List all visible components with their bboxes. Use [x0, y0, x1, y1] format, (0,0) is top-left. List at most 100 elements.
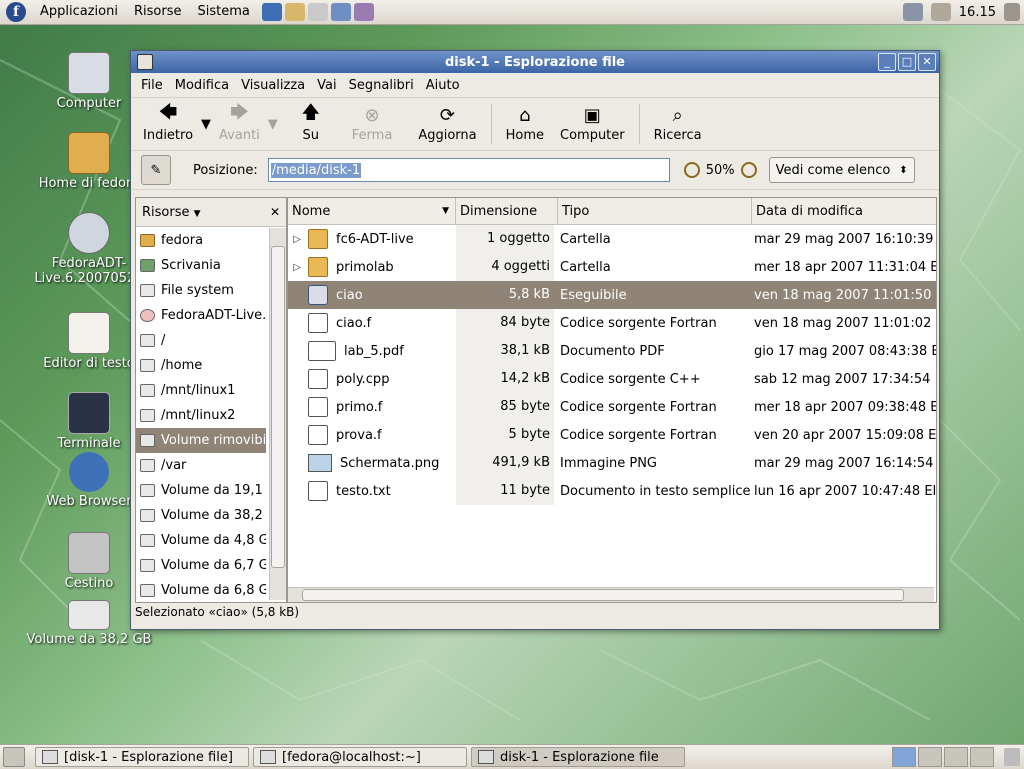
file-row-testo-txt[interactable]: testo.txt 11 byte Documento in testo sem…	[288, 477, 936, 505]
sidebar-item-mnt-linux2[interactable]: /mnt/linux2	[136, 403, 266, 428]
minimize-button[interactable]: _	[878, 53, 896, 71]
expander-icon[interactable]: ▷	[290, 234, 304, 245]
sidebar-type-select[interactable]: Risorse ▼	[142, 205, 201, 220]
sidebar-item-label: Volume da 4,8 GI	[161, 533, 266, 548]
stop-button[interactable]: ⊗ Ferma	[344, 100, 401, 148]
sidebar-item-root[interactable]: /	[136, 328, 266, 353]
taskbar-item-terminal[interactable]: [fedora@localhost:~]	[253, 747, 467, 767]
menu-go[interactable]: Vai	[311, 78, 342, 93]
writer-launcher-icon[interactable]	[307, 3, 328, 21]
file-row-fc6-adt-live[interactable]: ▷ fc6-ADT-live 1 oggetto Cartella mar 29 …	[288, 225, 936, 253]
volume-icon[interactable]	[1004, 3, 1020, 21]
forward-history-dropdown-icon[interactable]: ▼	[268, 117, 278, 132]
zoom-in-icon[interactable]	[740, 162, 757, 178]
sidebar-item-volume-38[interactable]: Volume da 38,2 G	[136, 503, 266, 528]
workspace-3[interactable]	[944, 747, 968, 767]
file-row-lab5-pdf[interactable]: lab_5.pdf 38,1 kB Documento PDF gio 17 m…	[288, 337, 936, 365]
sidebar-item-fedora[interactable]: fedora	[136, 228, 266, 253]
show-desktop-icon[interactable]	[3, 747, 25, 767]
sidebar-item-home[interactable]: /home	[136, 353, 266, 378]
sidebar-item-volume-6-7[interactable]: Volume da 6,7 GI	[136, 553, 266, 578]
sidebar-item-desktop[interactable]: Scrivania	[136, 253, 266, 278]
sidebar-item-label: Scrivania	[161, 258, 221, 273]
column-name[interactable]: Nome ▼	[288, 198, 456, 224]
sidebar-item-volume-19[interactable]: Volume da 19,1 G	[136, 478, 266, 503]
file-size: 85 byte	[456, 393, 554, 421]
removable-drive-icon	[140, 434, 155, 447]
zoom-level[interactable]: 50%	[706, 163, 735, 178]
menu-view[interactable]: Visualizza	[235, 78, 311, 93]
clock[interactable]: 16.15	[959, 5, 996, 20]
sidebar-scrollbar[interactable]	[269, 228, 286, 600]
horizontal-scrollbar-thumb[interactable]	[302, 589, 904, 601]
bottom-panel: [disk-1 - Esplorazione file] [fedora@loc…	[0, 744, 1024, 769]
column-size[interactable]: Dimensione	[456, 198, 558, 224]
sidebar-item-filesystem[interactable]: File system	[136, 278, 266, 303]
email-launcher-icon[interactable]	[284, 3, 305, 21]
workspace-4[interactable]	[970, 747, 994, 767]
web-browser-launcher-icon[interactable]	[261, 3, 282, 21]
reload-button[interactable]: ⟳ Aggiorna	[410, 100, 484, 148]
sidebar-item-removable[interactable]: Volume rimovibile	[136, 428, 266, 453]
toggle-location-button[interactable]: ✎	[141, 155, 171, 185]
column-date[interactable]: Data di modifica	[752, 198, 936, 224]
menu-places[interactable]: Risorse	[126, 0, 190, 24]
file-type: Immagine PNG	[560, 455, 657, 471]
titlebar[interactable]: disk-1 - Esplorazione file _ □ ✕	[131, 51, 939, 73]
close-button[interactable]: ✕	[918, 53, 936, 71]
up-button[interactable]: 🡅 Su	[292, 100, 330, 148]
back-history-dropdown-icon[interactable]: ▼	[201, 117, 211, 132]
sidebar-item-volume-6-8[interactable]: Volume da 6,8 GI	[136, 578, 266, 600]
updates-icon[interactable]	[930, 3, 951, 21]
sidebar-item-var[interactable]: /var	[136, 453, 266, 478]
file-row-poly-cpp[interactable]: poly.cpp 14,2 kB Codice sorgente C++ sab…	[288, 365, 936, 393]
trash-applet-icon[interactable]	[1004, 748, 1020, 766]
forward-arrow-icon: 🡆	[230, 102, 249, 123]
menu-bookmarks[interactable]: Segnalibri	[343, 78, 420, 93]
expander-icon[interactable]: ▷	[290, 262, 304, 273]
file-row-ciao[interactable]: ciao 5,8 kB Eseguibile ven 18 mag 2007 1…	[288, 281, 936, 309]
back-button[interactable]: 🡄 Indietro	[135, 100, 201, 148]
workspace-1[interactable]	[892, 747, 916, 767]
view-mode-select[interactable]: Vedi come elenco ⬍	[768, 157, 915, 183]
column-type-label: Tipo	[562, 203, 590, 219]
sidebar-item-label: Volume da 19,1 G	[161, 483, 266, 498]
zoom-control: 50%	[683, 162, 757, 178]
fedora-logo-icon[interactable]: f	[6, 2, 26, 22]
file-row-primolab[interactable]: ▷ primolab 4 oggetti Cartella mer 18 apr …	[288, 253, 936, 281]
toolbar-separator	[490, 104, 492, 144]
sidebar-item-volume-4-8[interactable]: Volume da 4,8 GI	[136, 528, 266, 553]
menu-help[interactable]: Aiuto	[420, 78, 466, 93]
file-row-ciao-f[interactable]: ciao.f 84 byte Codice sorgente Fortran v…	[288, 309, 936, 337]
sidebar-item-label: /home	[161, 358, 203, 373]
computer-button[interactable]: ▣ Computer	[552, 100, 633, 148]
top-menu: f Applicazioni Risorse Sistema	[0, 0, 258, 24]
zoom-out-icon[interactable]	[683, 162, 700, 178]
horizontal-scrollbar[interactable]	[288, 587, 934, 602]
location-input[interactable]: /media/disk-1	[267, 158, 670, 182]
sidebar-scrollbar-thumb[interactable]	[271, 246, 285, 568]
taskbar-item-file-browser[interactable]: [disk-1 - Esplorazione file]	[35, 747, 249, 767]
sidebar-item-mnt-linux1[interactable]: /mnt/linux1	[136, 378, 266, 403]
spreadsheet-launcher-icon[interactable]	[353, 3, 374, 21]
file-row-prova-f[interactable]: prova.f 5 byte Codice sorgente Fortran v…	[288, 421, 936, 449]
file-row-primo-f[interactable]: primo.f 85 byte Codice sorgente Fortran …	[288, 393, 936, 421]
file-row-schermata-png[interactable]: Schermata.png 491,9 kB Immagine PNG mar …	[288, 449, 936, 477]
home-button[interactable]: ⌂ Home	[498, 100, 552, 148]
sidebar-item-dvd[interactable]: FedoraADT-Live.1	[136, 303, 266, 328]
column-type[interactable]: Tipo	[558, 198, 752, 224]
menu-applications[interactable]: Applicazioni	[32, 0, 126, 24]
file-type: Codice sorgente Fortran	[560, 427, 717, 443]
close-sidebar-icon[interactable]: ✕	[270, 205, 280, 219]
maximize-button[interactable]: □	[898, 53, 916, 71]
menu-edit[interactable]: Modifica	[169, 78, 235, 93]
menu-system[interactable]: Sistema	[189, 0, 257, 24]
menu-file[interactable]: File	[135, 78, 169, 93]
search-button[interactable]: ⌕ Ricerca	[646, 100, 710, 148]
network-icon[interactable]	[902, 3, 923, 21]
forward-button[interactable]: 🡆 Avanti	[211, 100, 268, 148]
taskbar-item-file-browser-active[interactable]: disk-1 - Esplorazione file	[471, 747, 685, 767]
presentation-launcher-icon[interactable]	[330, 3, 351, 21]
file-browser-icon	[42, 750, 58, 764]
workspace-2[interactable]	[918, 747, 942, 767]
